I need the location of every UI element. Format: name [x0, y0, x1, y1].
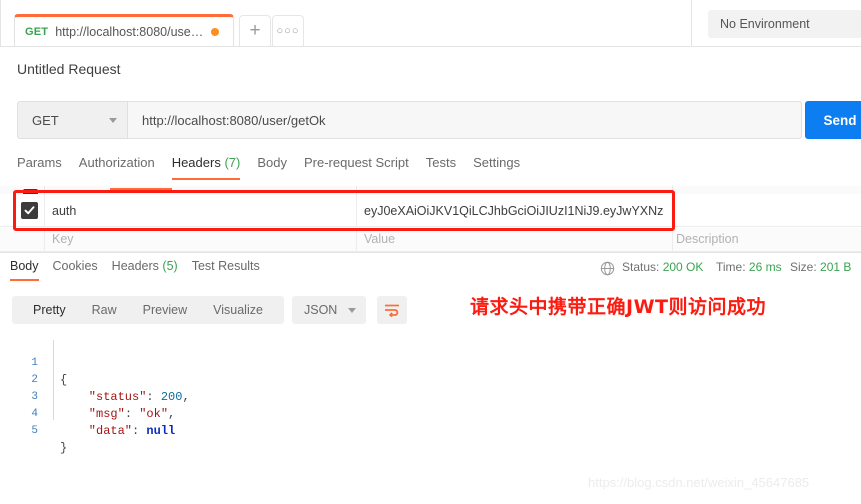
response-tab-cookies[interactable]: Cookies	[53, 259, 112, 281]
time-value: 26 ms	[748, 260, 782, 274]
time-label: Time:	[716, 260, 746, 274]
tab-body-label: Body	[257, 155, 287, 170]
table-row[interactable]: auth eyJ0eXAiOiJKV1QiLCJhbGciOiJIUzI1NiJ…	[0, 194, 861, 227]
tabbar-bottom-border	[0, 46, 690, 47]
table-placeholder-row[interactable]: Key Value Description	[0, 228, 861, 252]
new-tab-button[interactable]: +	[239, 15, 271, 46]
size-label: Size:	[790, 260, 817, 274]
response-tab-headers-label: Headers	[111, 259, 159, 273]
tab-pre-request-script-label: Pre-request Script	[303, 155, 409, 170]
send-button[interactable]: Send	[805, 101, 861, 139]
response-tab-body[interactable]: Body	[10, 259, 53, 281]
column-divider	[356, 194, 357, 227]
tab-options-icon[interactable]: ○○○	[272, 15, 304, 46]
status-value: 200 OK	[662, 260, 704, 274]
code-token: "data"	[60, 424, 133, 438]
tab-body[interactable]: Body	[257, 155, 304, 180]
column-divider	[44, 194, 45, 227]
tab-params-label: Params	[17, 155, 62, 170]
code-line: 3 "msg": "ok",	[12, 372, 512, 421]
format-tab-raw[interactable]: Raw	[79, 303, 130, 317]
response-tab-cookies-label: Cookies	[52, 259, 98, 273]
tab-settings[interactable]: Settings	[473, 155, 537, 180]
tab-authorization[interactable]: Authorization	[79, 155, 172, 180]
url-input[interactable]: http://localhost:8080/user/getOk	[127, 101, 802, 139]
row-enabled-checkbox[interactable]	[21, 202, 38, 219]
tab-tests-label: Tests	[425, 155, 457, 170]
tab-params[interactable]: Params	[17, 155, 79, 180]
response-divider	[0, 252, 861, 253]
code-line-text: "data": null	[60, 423, 175, 440]
request-tab-get-getok[interactable]: GET http://localhost:8080/user/getOk	[14, 14, 234, 47]
environment-selector[interactable]: No Environment	[708, 10, 861, 38]
request-tab-method: GET	[25, 26, 49, 38]
response-size: Size: 201 B	[790, 260, 851, 274]
globe-icon	[600, 261, 615, 281]
response-body-code[interactable]: 1 { 2 "status": 200, 3 "msg": "ok", 4 "d…	[12, 338, 512, 455]
code-token: :	[132, 424, 147, 438]
column-divider	[44, 228, 45, 252]
code-line: 2 "status": 200,	[12, 355, 512, 404]
tabbar-left-border	[0, 0, 1, 47]
tab-settings-label: Settings	[473, 155, 521, 170]
tab-headers-count: (7)	[224, 155, 241, 170]
response-time: Time: 26 ms	[716, 260, 782, 274]
http-method-select[interactable]: GET	[17, 101, 127, 139]
response-tab-body-label: Body	[10, 259, 39, 273]
response-format-toolbar: Pretty Raw Preview Visualize	[12, 296, 284, 324]
tab-headers-label: Headers	[171, 155, 221, 170]
code-line: 4 "data": null	[12, 389, 512, 438]
response-language-label: JSON	[304, 303, 338, 317]
code-token: }	[60, 441, 68, 455]
status-badge: Status: 200 OK	[622, 260, 703, 274]
header-key-cell[interactable]: auth	[52, 194, 76, 227]
response-tab-test-results-label: Test Results	[191, 259, 260, 273]
page-title: Untitled Request	[17, 61, 121, 77]
column-divider	[672, 228, 673, 252]
format-tab-preview[interactable]: Preview	[130, 303, 200, 317]
chevron-down-icon	[348, 307, 356, 313]
chevron-down-icon	[109, 117, 117, 123]
response-language-select[interactable]: JSON	[292, 296, 366, 324]
watermark: https://blog.csdn.net/weixin_45647685	[588, 475, 810, 490]
tab-headers[interactable]: Headers (7)	[171, 155, 258, 180]
code-line: 1 {	[12, 338, 512, 387]
row-highlight-bar	[110, 188, 172, 191]
request-tabs: Params Authorization Headers (7) Body Pr…	[17, 155, 537, 185]
size-value: 201 B	[820, 260, 852, 274]
http-method-label: GET	[32, 112, 59, 128]
column-divider	[672, 194, 673, 227]
response-tab-test-results[interactable]: Test Results	[192, 259, 274, 281]
wrap-lines-button[interactable]	[377, 296, 407, 324]
column-header-key: Key	[52, 232, 74, 246]
column-header-description: Description	[676, 232, 739, 246]
code-line: 5 }	[12, 406, 512, 455]
code-token: null	[146, 424, 176, 438]
tab-tests[interactable]: Tests	[426, 155, 473, 180]
column-divider	[356, 228, 357, 252]
header-value-cell[interactable]: eyJ0eXAiOiJKV1QiLCJhbGciOiJIUzI1NiJ9.eyJ…	[364, 194, 664, 227]
environment-selector-region: No Environment	[691, 0, 861, 47]
line-number: 5	[31, 425, 38, 437]
format-tab-pretty[interactable]: Pretty	[20, 303, 79, 317]
column-header-value: Value	[364, 232, 396, 246]
response-tab-headers-count: (5)	[162, 259, 178, 273]
environment-bottom-border	[691, 46, 861, 47]
tab-pre-request-script[interactable]: Pre-request Script	[304, 155, 426, 180]
response-tabs: Body Cookies Headers (5) Test Results	[10, 259, 274, 285]
status-label: Status:	[622, 260, 660, 274]
response-tab-headers[interactable]: Headers (5)	[112, 259, 192, 281]
unsaved-changes-dot-icon	[211, 28, 220, 36]
request-tab-url: http://localhost:8080/user/getOk	[55, 25, 206, 39]
code-line-text: }	[60, 440, 67, 457]
format-tab-visualize[interactable]: Visualize	[200, 303, 276, 317]
annotation-text: 请求头中携带正确JWT则访问成功	[470, 296, 766, 318]
row-dot-icon	[233, 190, 235, 192]
tab-authorization-label: Authorization	[78, 155, 155, 170]
